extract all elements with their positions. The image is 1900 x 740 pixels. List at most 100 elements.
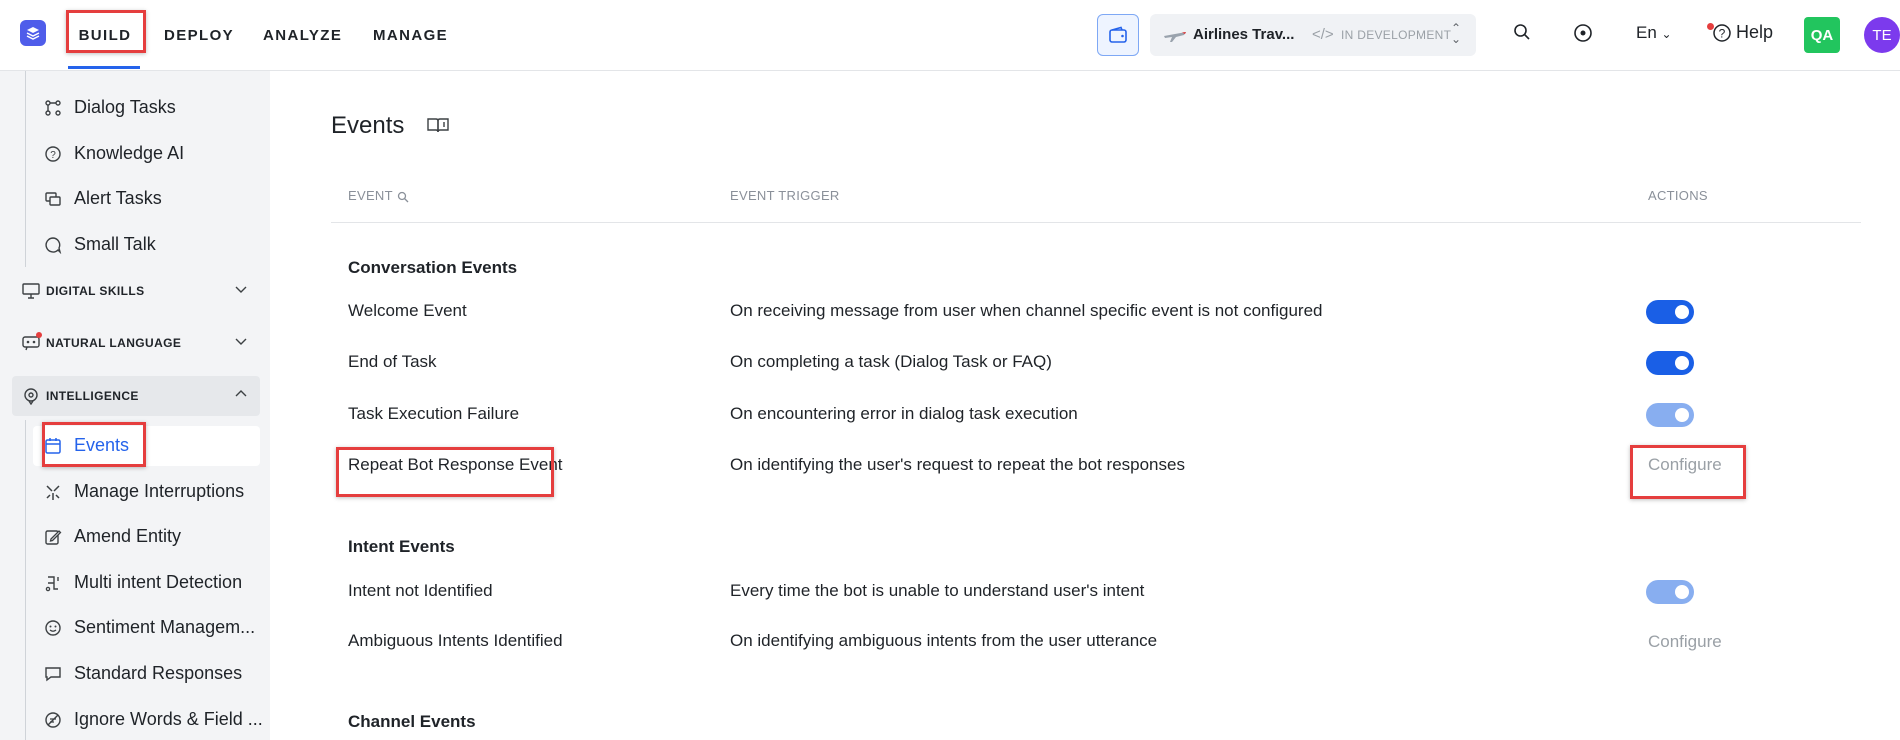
wallet-icon xyxy=(1109,26,1127,43)
main-content: Events EVENT EVENT TRIGGER ACTIONS Conve… xyxy=(270,71,1900,740)
code-icon: </> xyxy=(1312,26,1334,43)
sidebar-section-label: NATURAL LANGUAGE xyxy=(46,336,182,350)
chat-bubble-icon xyxy=(45,236,62,254)
avatar[interactable]: TE xyxy=(1864,17,1900,53)
highlight-box xyxy=(66,10,146,53)
event-trigger: On receiving message from user when chan… xyxy=(730,301,1323,320)
sidebar-item-amend-entity[interactable]: Amend Entity xyxy=(44,526,181,547)
sidebar-item-label: Dialog Tasks xyxy=(74,97,176,117)
event-name: Ambiguous Intents Identified xyxy=(348,631,563,650)
monitor-icon xyxy=(22,283,40,299)
event-trigger: On completing a task (Dialog Task or FAQ… xyxy=(730,352,1052,371)
event-toggle[interactable] xyxy=(1646,580,1694,604)
sidebar-item-multi-intent-detection[interactable]: Multi intent Detection xyxy=(44,572,242,593)
airplane-icon xyxy=(1164,32,1186,42)
nav-analyze[interactable]: ANALYZE xyxy=(263,0,342,70)
sidebar-section-intelligence[interactable]: INTELLIGENCE xyxy=(22,377,260,415)
language-label: En xyxy=(1636,23,1657,42)
sidebar-item-label: Amend Entity xyxy=(74,526,182,546)
column-header-label: EVENT xyxy=(348,188,393,203)
tree-line xyxy=(25,420,26,740)
search-icon[interactable] xyxy=(397,191,409,203)
event-trigger: On identifying ambiguous intents from th… xyxy=(730,631,1158,650)
sidebar-section-label: INTELLIGENCE xyxy=(46,389,139,403)
multi-intent-icon xyxy=(45,575,59,591)
highlight-box xyxy=(42,422,146,467)
search-button[interactable] xyxy=(1513,23,1531,41)
app-logo-icon[interactable] xyxy=(20,20,46,46)
header-divider xyxy=(331,222,1861,223)
svg-text:?: ? xyxy=(1719,26,1726,40)
help-button[interactable]: ? Help xyxy=(1712,22,1773,43)
event-trigger: Every time the bot is unable to understa… xyxy=(730,581,1145,600)
event-toggle[interactable] xyxy=(1646,351,1694,375)
app-selector[interactable]: Airlines Trav... </> IN DEVELOPMENT ⌃ ⌄ xyxy=(1150,14,1476,56)
chevron-up-icon xyxy=(235,390,247,397)
notification-dot xyxy=(36,332,42,338)
event-trigger: On encountering error in dialog task exe… xyxy=(730,404,1078,423)
event-name: Intent not Identified xyxy=(348,581,493,600)
highlight-box xyxy=(336,447,554,497)
book-icon xyxy=(427,118,449,133)
target-icon xyxy=(1574,24,1592,42)
sidebar-item-label: Standard Responses xyxy=(74,663,243,683)
message-square-icon xyxy=(45,666,61,681)
group-title: Intent Events xyxy=(348,537,455,556)
sidebar-item-alert-tasks[interactable]: Alert Tasks xyxy=(44,188,162,209)
qa-badge[interactable]: QA xyxy=(1804,17,1840,53)
nav-active-indicator xyxy=(68,66,140,69)
search-icon xyxy=(1514,24,1530,40)
sidebar-item-knowledge-ai[interactable]: ? Knowledge AI xyxy=(44,143,184,164)
tree-line xyxy=(25,71,26,267)
sidebar-section-label: DIGITAL SKILLS xyxy=(46,284,145,298)
top-bar: BUILD DEPLOY ANALYZE MANAGE Airlines Tra… xyxy=(0,0,1900,71)
dialog-tasks-icon xyxy=(45,99,61,116)
sidebar-item-small-talk[interactable]: Small Talk xyxy=(44,234,156,255)
sidebar: Dialog Tasks ? Knowledge AI Alert Tasks … xyxy=(0,71,270,740)
event-name: End of Task xyxy=(348,352,437,371)
column-header-trigger: EVENT TRIGGER xyxy=(730,188,840,203)
sidebar-item-label: Knowledge AI xyxy=(74,143,185,163)
chevron-up-down-icon: ⌃ ⌄ xyxy=(1451,21,1462,46)
page-title: Events xyxy=(331,112,405,139)
chevron-down-icon xyxy=(235,338,247,345)
event-toggle[interactable] xyxy=(1646,300,1694,324)
intelligence-icon xyxy=(24,388,38,405)
event-trigger: On identifying the user's request to rep… xyxy=(730,455,1185,474)
event-name: Welcome Event xyxy=(348,301,467,320)
edit-icon xyxy=(45,529,62,545)
sidebar-item-standard-responses[interactable]: Standard Responses xyxy=(44,663,242,684)
column-header-actions: ACTIONS xyxy=(1648,188,1708,203)
group-title: Channel Events xyxy=(348,712,476,731)
app-status-badge: IN DEVELOPMENT xyxy=(1341,28,1452,42)
sidebar-item-sentiment-management[interactable]: Sentiment Managem... xyxy=(44,617,255,638)
column-header-event[interactable]: EVENT xyxy=(348,188,409,203)
chevron-down-icon: ⌄ xyxy=(1661,27,1672,41)
chevron-down-icon xyxy=(235,286,247,293)
sidebar-item-label: Alert Tasks xyxy=(74,188,162,208)
language-selector[interactable]: En ⌄ xyxy=(1636,23,1672,43)
sidebar-item-ignore-words[interactable]: Ignore Words & Field ... xyxy=(44,709,263,730)
docs-button[interactable] xyxy=(426,116,450,139)
ignore-words-icon xyxy=(45,711,61,728)
sidebar-section-digital-skills[interactable]: DIGITAL SKILLS xyxy=(22,272,260,310)
configure-link[interactable]: Configure xyxy=(1648,632,1722,652)
nav-manage[interactable]: MANAGE xyxy=(373,0,448,70)
svg-text:?: ? xyxy=(50,150,56,161)
nav-deploy[interactable]: DEPLOY xyxy=(164,0,234,70)
sidebar-section-natural-language[interactable]: NATURAL LANGUAGE xyxy=(22,324,260,362)
group-title: Conversation Events xyxy=(348,258,518,277)
sidebar-item-label: Manage Interruptions xyxy=(74,481,245,501)
interruptions-icon xyxy=(46,484,60,500)
event-name: Task Execution Failure xyxy=(348,404,520,423)
target-button[interactable] xyxy=(1573,23,1593,43)
wallet-button[interactable] xyxy=(1097,14,1139,56)
sidebar-item-label: Sentiment Managem... xyxy=(74,617,256,637)
sidebar-item-label: Small Talk xyxy=(74,234,156,254)
sidebar-item-dialog-tasks[interactable]: Dialog Tasks xyxy=(44,97,176,118)
question-circle-icon: ? xyxy=(45,145,61,162)
alert-tasks-icon xyxy=(45,191,61,206)
sidebar-item-manage-interruptions[interactable]: Manage Interruptions xyxy=(44,481,244,502)
event-toggle[interactable] xyxy=(1646,403,1694,427)
sidebar-item-label: Multi intent Detection xyxy=(74,572,243,592)
